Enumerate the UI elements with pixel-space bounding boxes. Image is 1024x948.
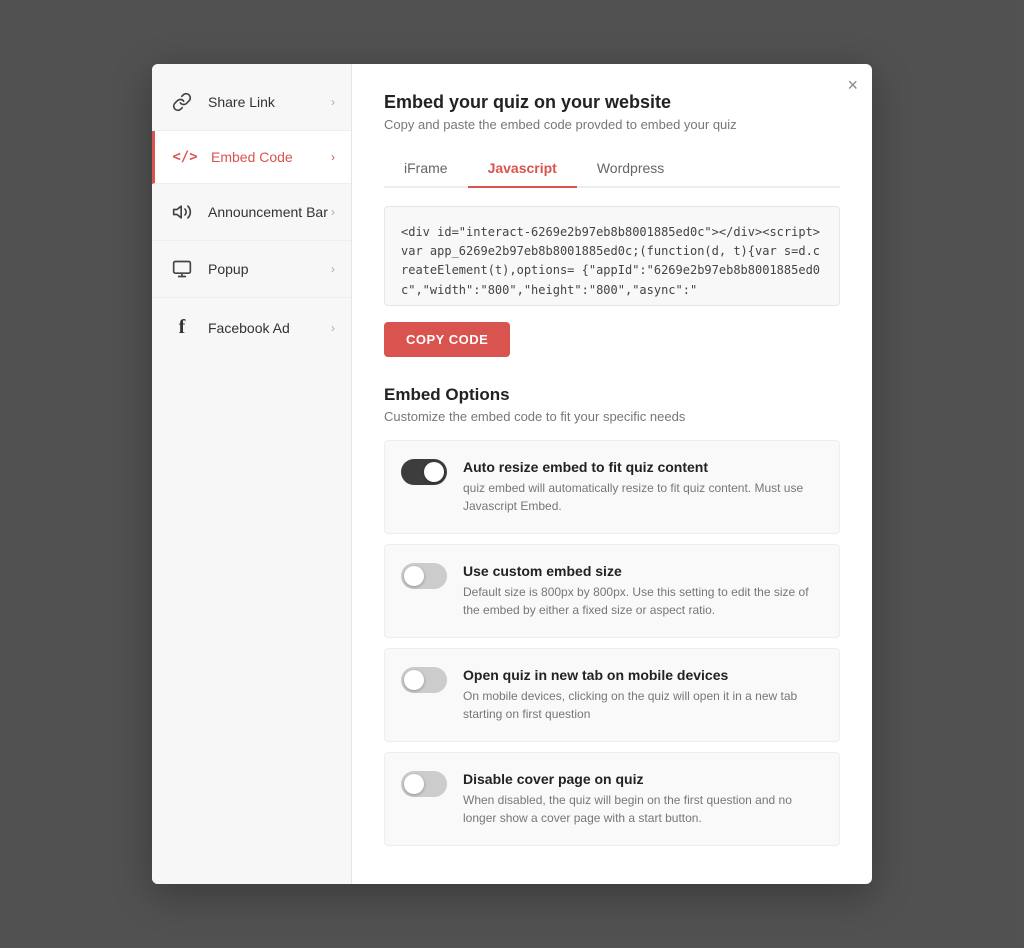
chevron-icon: › [331, 321, 335, 335]
toggle-thumb-disable-cover [404, 774, 424, 794]
option-text-new-tab: Open quiz in new tab on mobile devices O… [463, 667, 823, 723]
tab-iframe[interactable]: iFrame [384, 150, 468, 186]
main-title: Embed your quiz on your website [384, 92, 840, 113]
embed-options-title: Embed Options [384, 385, 840, 405]
chevron-icon: › [331, 150, 335, 164]
chevron-icon: › [331, 262, 335, 276]
options-list: Auto resize embed to fit quiz content qu… [384, 440, 840, 846]
option-label-auto-resize: Auto resize embed to fit quiz content [463, 459, 823, 475]
sidebar-item-announcement-bar[interactable]: Announcement Bar › [152, 184, 351, 241]
sidebar-item-embed-code-label: Embed Code [211, 149, 331, 165]
toggle-thumb-auto-resize [424, 462, 444, 482]
link-icon [168, 92, 196, 112]
option-label-new-tab: Open quiz in new tab on mobile devices [463, 667, 823, 683]
tab-javascript[interactable]: Javascript [468, 150, 577, 186]
toggle-track-disable-cover [401, 771, 447, 797]
option-label-disable-cover: Disable cover page on quiz [463, 771, 823, 787]
tab-wordpress[interactable]: Wordpress [577, 150, 684, 186]
option-item-custom-size: Use custom embed size Default size is 80… [384, 544, 840, 638]
toggle-thumb-new-tab [404, 670, 424, 690]
sidebar-item-embed-code[interactable]: </> Embed Code › [152, 131, 351, 184]
sidebar-item-share-link[interactable]: Share Link › [152, 74, 351, 131]
sidebar-item-share-link-label: Share Link [208, 94, 331, 110]
modal: Share Link › </> Embed Code › Announc [152, 64, 872, 884]
toggle-track-new-tab [401, 667, 447, 693]
option-desc-custom-size: Default size is 800px by 800px. Use this… [463, 583, 823, 619]
main-description: Copy and paste the embed code provded to… [384, 117, 840, 132]
option-desc-auto-resize: quiz embed will automatically resize to … [463, 479, 823, 515]
chevron-icon: › [331, 205, 335, 219]
close-button[interactable]: × [847, 76, 858, 94]
tab-bar: iFrame Javascript Wordpress [384, 150, 840, 188]
sidebar-item-popup[interactable]: Popup › [152, 241, 351, 298]
toggle-track-custom-size [401, 563, 447, 589]
sidebar-item-announcement-bar-label: Announcement Bar [208, 204, 331, 220]
option-label-custom-size: Use custom embed size [463, 563, 823, 579]
main-content: × Embed your quiz on your website Copy a… [352, 64, 872, 884]
option-text-disable-cover: Disable cover page on quiz When disabled… [463, 771, 823, 827]
code-block: <div id="interact-6269e2b97eb8b8001885ed… [384, 206, 840, 306]
toggle-auto-resize[interactable] [401, 459, 447, 485]
announcement-icon [168, 202, 196, 222]
modal-overlay: Share Link › </> Embed Code › Announc [0, 0, 1024, 948]
option-desc-disable-cover: When disabled, the quiz will begin on th… [463, 791, 823, 827]
sidebar-item-facebook-ad-label: Facebook Ad [208, 320, 331, 336]
copy-code-button[interactable]: COPY CODE [384, 322, 510, 357]
sidebar-item-popup-label: Popup [208, 261, 331, 277]
chevron-icon: › [331, 95, 335, 109]
option-item-new-tab: Open quiz in new tab on mobile devices O… [384, 648, 840, 742]
option-text-custom-size: Use custom embed size Default size is 80… [463, 563, 823, 619]
toggle-custom-size[interactable] [401, 563, 447, 589]
sidebar-item-facebook-ad[interactable]: f Facebook Ad › [152, 298, 351, 357]
toggle-thumb-custom-size [404, 566, 424, 586]
option-item-disable-cover: Disable cover page on quiz When disabled… [384, 752, 840, 846]
toggle-track-auto-resize [401, 459, 447, 485]
toggle-disable-cover[interactable] [401, 771, 447, 797]
popup-icon [168, 259, 196, 279]
option-item-auto-resize: Auto resize embed to fit quiz content qu… [384, 440, 840, 534]
sidebar: Share Link › </> Embed Code › Announc [152, 64, 352, 884]
option-text-auto-resize: Auto resize embed to fit quiz content qu… [463, 459, 823, 515]
embed-code-icon: </> [171, 149, 199, 165]
option-desc-new-tab: On mobile devices, clicking on the quiz … [463, 687, 823, 723]
toggle-new-tab[interactable] [401, 667, 447, 693]
embed-options-description: Customize the embed code to fit your spe… [384, 409, 840, 424]
facebook-icon: f [168, 316, 196, 339]
